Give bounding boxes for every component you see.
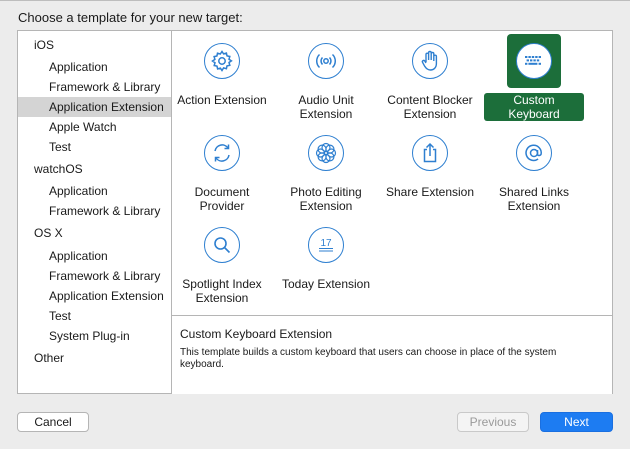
template-share-extension[interactable]: Share Extension	[380, 135, 480, 201]
sync-arrows-icon	[204, 135, 240, 171]
page-title: Choose a template for your new target:	[18, 10, 243, 25]
template-label: Content Blocker Extension	[387, 93, 473, 121]
template-content-blocker-extension[interactable]: Content Blocker Extension	[380, 43, 480, 123]
description-body: This template builds a custom keyboard t…	[180, 347, 557, 370]
template-spotlight-index-extension[interactable]: Spotlight Index Extension	[172, 227, 272, 307]
sidebar-item-application[interactable]: Application	[18, 181, 171, 201]
platform-sidebar: iOS Application Framework & Library Applica…	[18, 31, 172, 393]
template-label: Today Extension	[281, 277, 371, 291]
sidebar-item-watchos[interactable]: watchOS	[18, 159, 171, 179]
template-action-extension[interactable]: Action Extension	[172, 43, 272, 109]
gear-icon	[204, 43, 240, 79]
flower-icon	[308, 135, 344, 171]
description-title: Custom Keyboard Extension	[180, 327, 333, 341]
sidebar-item-test[interactable]: Test	[18, 306, 171, 326]
template-label: Spotlight Index Extension	[182, 277, 262, 305]
cancel-button[interactable]: Cancel	[17, 412, 89, 432]
calendar-day: 17	[320, 238, 332, 249]
template-document-provider[interactable]: Document Provider	[172, 135, 272, 215]
magnifier-icon	[204, 227, 240, 263]
audio-waves-icon	[308, 43, 344, 79]
sidebar-item-application-extension[interactable]: Application Extension	[18, 97, 171, 117]
next-button[interactable]: Next	[540, 412, 613, 432]
template-label: Share Extension	[385, 185, 475, 199]
hand-icon	[412, 43, 448, 79]
at-sign-icon	[516, 135, 552, 171]
share-icon	[412, 135, 448, 171]
template-today-extension[interactable]: 17 Today Extension	[276, 227, 376, 293]
selection-highlight	[507, 34, 561, 88]
sidebar-item-application[interactable]: Application	[18, 246, 171, 266]
keyboard-icon	[516, 43, 552, 79]
template-grid: Action Extension Audio Unit Extension Co…	[172, 31, 612, 315]
window-top-border	[0, 0, 630, 1]
sidebar-item-application-extension[interactable]: Application Extension	[18, 286, 171, 306]
template-photo-editing-extension[interactable]: Photo Editing Extension	[276, 135, 376, 215]
template-label: Shared Links Extension	[498, 185, 570, 213]
template-label: Custom Keyboard	[484, 93, 584, 121]
sidebar-item-os-x[interactable]: OS X	[18, 223, 171, 243]
template-label: Document Provider	[194, 185, 250, 213]
template-label: Audio Unit Extension	[298, 93, 354, 121]
calendar-icon: 17	[308, 227, 344, 263]
sidebar-item-framework-library[interactable]: Framework & Library	[18, 77, 171, 97]
sidebar-item-ios[interactable]: iOS	[18, 35, 171, 55]
template-label: Photo Editing Extension	[290, 185, 362, 213]
template-shared-links-extension[interactable]: Shared Links Extension	[484, 135, 584, 215]
previous-button[interactable]: Previous	[457, 412, 529, 432]
sidebar-item-framework-library[interactable]: Framework & Library	[18, 201, 171, 221]
sidebar-item-other[interactable]: Other	[18, 348, 171, 368]
template-label: Action Extension	[177, 93, 267, 107]
template-custom-keyboard[interactable]: Custom Keyboard	[484, 34, 584, 123]
template-audio-unit-extension[interactable]: Audio Unit Extension	[276, 43, 376, 123]
sidebar-item-application[interactable]: Application	[18, 57, 171, 77]
sidebar-item-framework-library[interactable]: Framework & Library	[18, 266, 171, 286]
sidebar-item-system-plug-in[interactable]: System Plug-in	[18, 326, 171, 346]
template-description: Custom Keyboard Extension This template …	[172, 315, 612, 394]
sidebar-item-apple-watch[interactable]: Apple Watch	[18, 117, 171, 137]
sidebar-item-test[interactable]: Test	[18, 137, 171, 157]
template-chooser-panel: iOS Application Framework & Library Applica…	[17, 30, 613, 394]
